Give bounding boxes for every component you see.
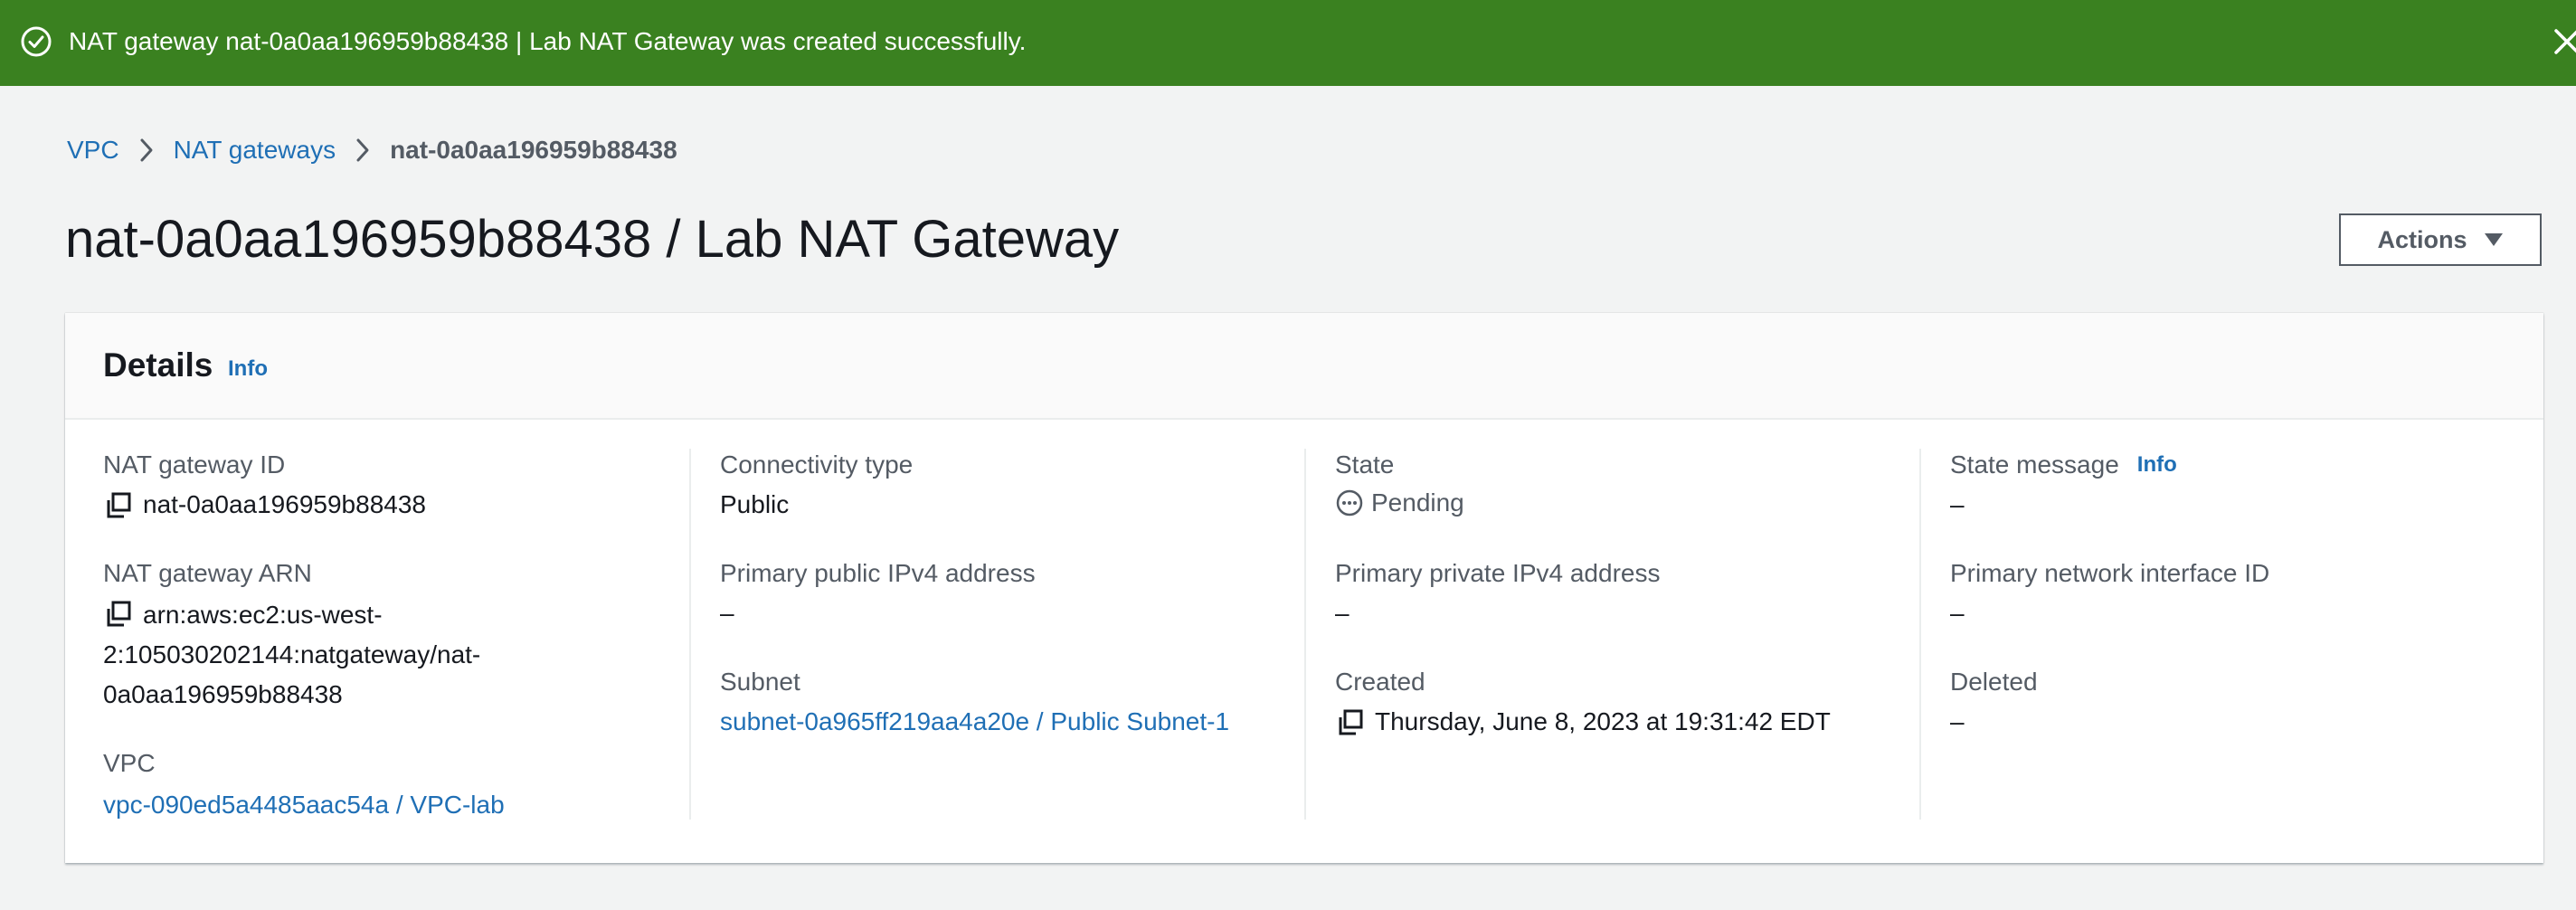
breadcrumb-vpc[interactable]: VPC xyxy=(67,136,119,165)
flash-message: NAT gateway nat-0a0aa196959b88438 | Lab … xyxy=(69,27,1027,55)
caret-down-icon xyxy=(2484,233,2503,246)
arn-value-continued: 2:105030202144:natgateway/nat- 0a0aa1969… xyxy=(103,635,480,715)
field-value: – xyxy=(1335,599,1350,627)
actions-button-label: Actions xyxy=(2377,225,2467,253)
field-value: – xyxy=(1950,490,1965,518)
details-title: Details xyxy=(103,346,213,384)
success-flash-banner: NAT gateway nat-0a0aa196959b88438 | Lab … xyxy=(0,0,2576,86)
column-divider xyxy=(1919,449,1921,820)
column-divider xyxy=(689,449,691,820)
arn-line: arn:aws:ec2:us-west- xyxy=(143,601,383,629)
breadcrumb-nat-gateways[interactable]: NAT gateways xyxy=(174,136,336,165)
chevron-right-icon xyxy=(127,134,166,166)
field-label: Created xyxy=(1335,668,1425,696)
field-value: – xyxy=(1950,599,1965,627)
field-label: Primary private IPv4 address xyxy=(1335,559,1661,587)
close-icon[interactable] xyxy=(2549,24,2576,60)
created-value: Thursday, June 8, 2023 at 19:31:42 EDT xyxy=(1375,707,1831,735)
arn-value: arn:aws:ec2:us-west- xyxy=(143,595,383,635)
field-label: NAT gateway ID xyxy=(103,450,286,479)
field-label: Primary public IPv4 address xyxy=(720,559,1036,587)
field-label: State xyxy=(1335,450,1395,479)
field-label: Subnet xyxy=(720,668,800,696)
copy-icon[interactable] xyxy=(105,601,132,628)
breadcrumb: VPC NAT gateways nat-0a0aa196959b88438 xyxy=(67,134,677,166)
field-state-message: State message Info – xyxy=(1950,449,2177,523)
breadcrumb-current: nat-0a0aa196959b88438 xyxy=(390,136,677,164)
details-column-2: Connectivity type Public Primary public … xyxy=(720,420,1299,863)
details-column-4: State message Info – Primary network int… xyxy=(1950,420,2529,863)
pending-status-icon xyxy=(1336,489,1363,517)
field-nat-gateway-id: NAT gateway ID nat-0a0aa196959b88438 xyxy=(103,449,426,523)
field-primary-private-ipv4: Primary private IPv4 address – xyxy=(1335,557,1660,631)
field-value: Public xyxy=(720,490,790,518)
copy-icon[interactable] xyxy=(1337,709,1364,736)
field-primary-network-interface-id: Primary network interface ID – xyxy=(1950,557,2269,631)
subnet-link[interactable]: subnet-0a965ff219aa4a20e / Public Subnet… xyxy=(720,704,1229,740)
column-divider xyxy=(1304,449,1306,820)
details-info-link[interactable]: Info xyxy=(228,356,268,382)
state-message-info-link[interactable]: Info xyxy=(2137,452,2177,478)
vpc-link[interactable]: vpc-090ed5a4485aac54a / VPC-lab xyxy=(103,785,505,825)
field-state: State Pending xyxy=(1335,449,1464,523)
state-value: Pending xyxy=(1371,488,1464,517)
arn-line: 0a0aa196959b88438 xyxy=(103,680,343,708)
field-value: – xyxy=(720,599,734,627)
field-subnet: Subnet subnet-0a965ff219aa4a20e / Public… xyxy=(720,666,1229,740)
details-panel-header: Details Info xyxy=(65,313,2543,420)
field-label: Connectivity type xyxy=(720,450,914,479)
details-column-1: NAT gateway ID nat-0a0aa196959b88438 NAT… xyxy=(103,420,682,863)
field-label: State message xyxy=(1950,450,2119,479)
field-created: Created Thursday, June 8, 2023 at 19:31:… xyxy=(1335,666,1831,740)
success-check-circle-icon xyxy=(21,26,52,57)
field-nat-gateway-arn: NAT gateway ARN arn:aws:ec2:us-west- 2:1… xyxy=(103,557,480,715)
field-label: VPC xyxy=(103,749,156,777)
details-column-3: State Pending Primary private IPv4 addre… xyxy=(1335,420,1914,863)
details-panel: Details Info NAT gateway ID nat-0a0aa196… xyxy=(65,313,2543,863)
field-deleted: Deleted – xyxy=(1950,666,2038,740)
field-label: Deleted xyxy=(1950,668,2038,696)
arn-line: 2:105030202144:natgateway/nat- xyxy=(103,640,481,668)
chevron-right-icon xyxy=(343,134,383,166)
field-label: Primary network interface ID xyxy=(1950,559,2270,587)
copy-icon[interactable] xyxy=(105,492,132,519)
field-vpc: VPC vpc-090ed5a4485aac54a / VPC-lab xyxy=(103,747,505,825)
field-label: NAT gateway ARN xyxy=(103,559,312,587)
field-primary-public-ipv4: Primary public IPv4 address – xyxy=(720,557,1036,631)
field-value: – xyxy=(1950,707,1965,735)
field-value: nat-0a0aa196959b88438 xyxy=(143,490,426,518)
page-title: nat-0a0aa196959b88438 / Lab NAT Gateway xyxy=(65,210,1120,269)
field-connectivity-type: Connectivity type Public xyxy=(720,449,913,523)
state-status: Pending xyxy=(1335,483,1464,523)
actions-button[interactable]: Actions xyxy=(2339,213,2542,266)
